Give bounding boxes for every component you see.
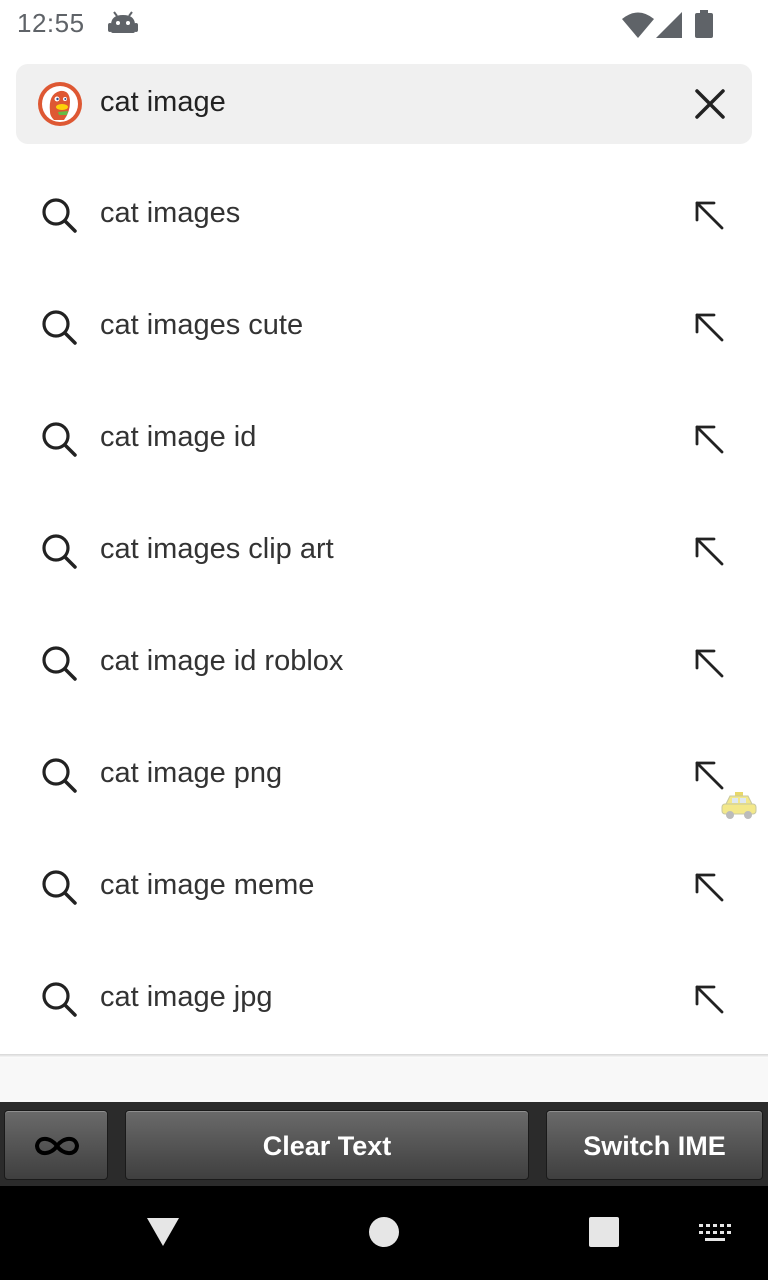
suggestion-item[interactable]: cat image id roblox: [0, 606, 768, 718]
arrow-up-left-icon[interactable]: [690, 644, 728, 682]
clear-text-button[interactable]: Clear Text: [125, 1110, 529, 1180]
duckduckgo-logo: [38, 82, 82, 126]
suggestion-label: cat image meme: [100, 869, 315, 901]
bottom-area: [0, 1058, 768, 1102]
signal-icon: [656, 12, 682, 38]
suggestion-label: cat images: [100, 197, 241, 229]
search-icon: [42, 982, 77, 1017]
search-icon: [42, 646, 77, 681]
arrow-up-left-icon[interactable]: [690, 980, 728, 1018]
android-robot-icon: [108, 11, 138, 33]
arrow-up-left-icon[interactable]: [690, 756, 728, 794]
suggestion-item[interactable]: cat image png: [0, 718, 768, 830]
search-icon: [42, 534, 77, 569]
navigation-bar: [0, 1186, 768, 1280]
suggestion-label: cat images cute: [100, 309, 304, 341]
suggestion-item[interactable]: cat images clip art: [0, 494, 768, 606]
suggestion-label: cat image png: [100, 757, 283, 789]
back-icon[interactable]: [146, 1216, 180, 1248]
search-bar[interactable]: cat image: [16, 64, 752, 144]
suggestion-item[interactable]: cat image meme: [0, 830, 768, 942]
recents-icon[interactable]: [589, 1217, 619, 1247]
taxi-icon: [721, 792, 757, 819]
search-icon: [42, 310, 77, 345]
close-icon[interactable]: [692, 86, 728, 122]
status-bar: 12:55: [0, 0, 768, 50]
arrow-up-left-icon[interactable]: [690, 196, 728, 234]
suggestion-label: cat images clip art: [100, 533, 334, 565]
switch-ime-button[interactable]: Switch IME: [546, 1110, 763, 1180]
suggestion-item[interactable]: cat image id: [0, 382, 768, 494]
wifi-icon: [622, 12, 654, 38]
search-input[interactable]: cat image: [100, 86, 226, 119]
search-icon: [42, 870, 77, 905]
suggestion-label: cat image jpg: [100, 981, 273, 1013]
keyboard-icon[interactable]: [697, 1222, 733, 1244]
suggestion-label: cat image id roblox: [100, 645, 344, 677]
battery-icon: [695, 10, 713, 38]
arrow-up-left-icon[interactable]: [690, 868, 728, 906]
infinity-button[interactable]: [4, 1110, 108, 1180]
arrow-up-left-icon[interactable]: [690, 308, 728, 346]
home-icon[interactable]: [368, 1216, 400, 1248]
suggestion-item[interactable]: cat image jpg: [0, 942, 768, 1054]
arrow-up-left-icon[interactable]: [690, 532, 728, 570]
arrow-up-left-icon[interactable]: [690, 420, 728, 458]
infinity-icon: [34, 1136, 80, 1156]
suggestion-item[interactable]: cat images cute: [0, 270, 768, 382]
search-icon: [42, 758, 77, 793]
suggestion-list: cat images cat images cute cat image id …: [0, 158, 768, 1054]
search-icon: [42, 198, 77, 233]
suggestion-item[interactable]: cat images: [0, 158, 768, 270]
suggestion-label: cat image id: [100, 421, 257, 453]
status-time: 12:55: [17, 8, 85, 38]
ime-toolbar: Clear Text Switch IME: [0, 1102, 768, 1186]
search-icon: [42, 422, 77, 457]
